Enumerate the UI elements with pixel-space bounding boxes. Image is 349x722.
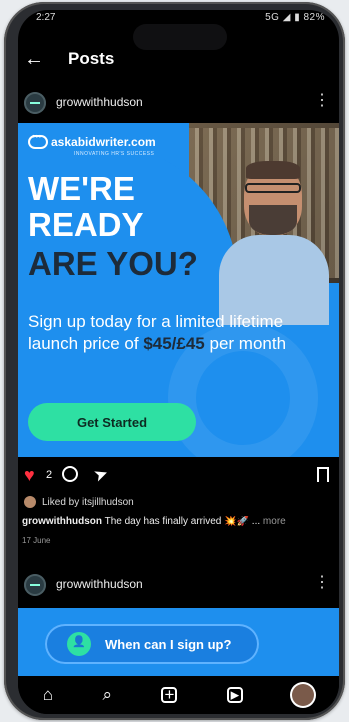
status-time: 2:27 <box>36 12 56 23</box>
top-bar: ← Posts <box>18 46 339 74</box>
profile-avatar-icon[interactable] <box>292 684 315 706</box>
bookmark-icon[interactable] <box>317 467 329 482</box>
sign-up-pill[interactable]: When can I sign up? <box>45 624 259 664</box>
back-arrow-icon[interactable]: ← <box>24 46 44 72</box>
share-icon[interactable]: ➤ <box>91 463 111 487</box>
post-username[interactable]: growwithhudson <box>56 95 143 109</box>
liked-by[interactable]: Liked by itsjillhudson <box>24 496 134 508</box>
comment-icon[interactable] <box>62 466 78 482</box>
sign-up-question: When can I sign up? <box>105 636 232 652</box>
brand-tagline: INNOVATING HR'S SUCCESS <box>74 151 155 157</box>
liked-by-text: Liked by itsjillhudson <box>42 496 134 508</box>
post-username[interactable]: growwithhudson <box>56 577 143 591</box>
user-icon <box>67 632 91 656</box>
ad-subtext-tail: per month <box>209 334 287 353</box>
headline-line-1: WE'RE <box>28 170 135 207</box>
avatar[interactable] <box>24 92 46 114</box>
more-options-icon[interactable]: ⋮ <box>314 572 330 592</box>
screen: 2:27 5G ◢ ▮ 82% ← Posts growwithhudson ⋮ <box>18 10 339 714</box>
status-indicators: 5G ◢ ▮ 82% <box>265 12 325 23</box>
create-post-icon[interactable]: + <box>161 685 178 704</box>
avatar[interactable] <box>24 574 46 596</box>
phone-frame: 2:27 5G ◢ ▮ 82% ← Posts growwithhudson ⋮ <box>4 2 345 720</box>
post-actions: ♥ 2 ➤ <box>18 463 339 487</box>
liker-avatar <box>24 496 36 508</box>
person-hair <box>246 161 300 179</box>
post-caption: growwithhudson The day has finally arriv… <box>22 516 335 527</box>
caption-username[interactable]: growwithhudson <box>22 516 102 527</box>
caption-more-link[interactable]: more <box>263 516 286 527</box>
reels-icon[interactable]: ▸ <box>226 685 243 704</box>
post-date: 17 June <box>22 536 51 545</box>
caption-text: The day has finally arrived 💥🚀 ... <box>104 516 261 527</box>
post-header-2: growwithhudson ⋮ <box>18 570 339 600</box>
headline-line-3: ARE YOU? <box>28 245 198 282</box>
more-options-icon[interactable]: ⋮ <box>314 90 330 110</box>
headline-line-2: READY <box>28 206 144 243</box>
like-count: 2 <box>46 469 53 481</box>
home-icon[interactable]: ⌂ <box>43 685 53 705</box>
ad-image[interactable]: askabidwriter.com INNOVATING HR'S SUCCES… <box>18 123 339 457</box>
brand-logo: askabidwriter.com <box>28 131 156 149</box>
person-photo <box>219 153 329 325</box>
chat-bubble-icon <box>28 131 48 149</box>
person-glasses <box>245 183 301 193</box>
get-started-button[interactable]: Get Started <box>28 403 196 441</box>
ad-price: $45/£45 <box>143 334 205 353</box>
person-beard <box>249 205 297 235</box>
search-icon[interactable]: ⌕ <box>102 685 112 705</box>
post-header: growwithhudson ⋮ <box>18 88 339 118</box>
brand-name: askabidwriter.com <box>51 135 156 149</box>
bottom-nav: ⌂ ⌕ + ▸ <box>18 676 339 714</box>
ad-subtext: Sign up today for a limited lifetime lau… <box>28 311 288 355</box>
heart-icon[interactable]: ♥ <box>24 465 35 486</box>
ad-image-2[interactable]: When can I sign up? <box>18 608 339 678</box>
page-title: Posts <box>68 49 115 68</box>
